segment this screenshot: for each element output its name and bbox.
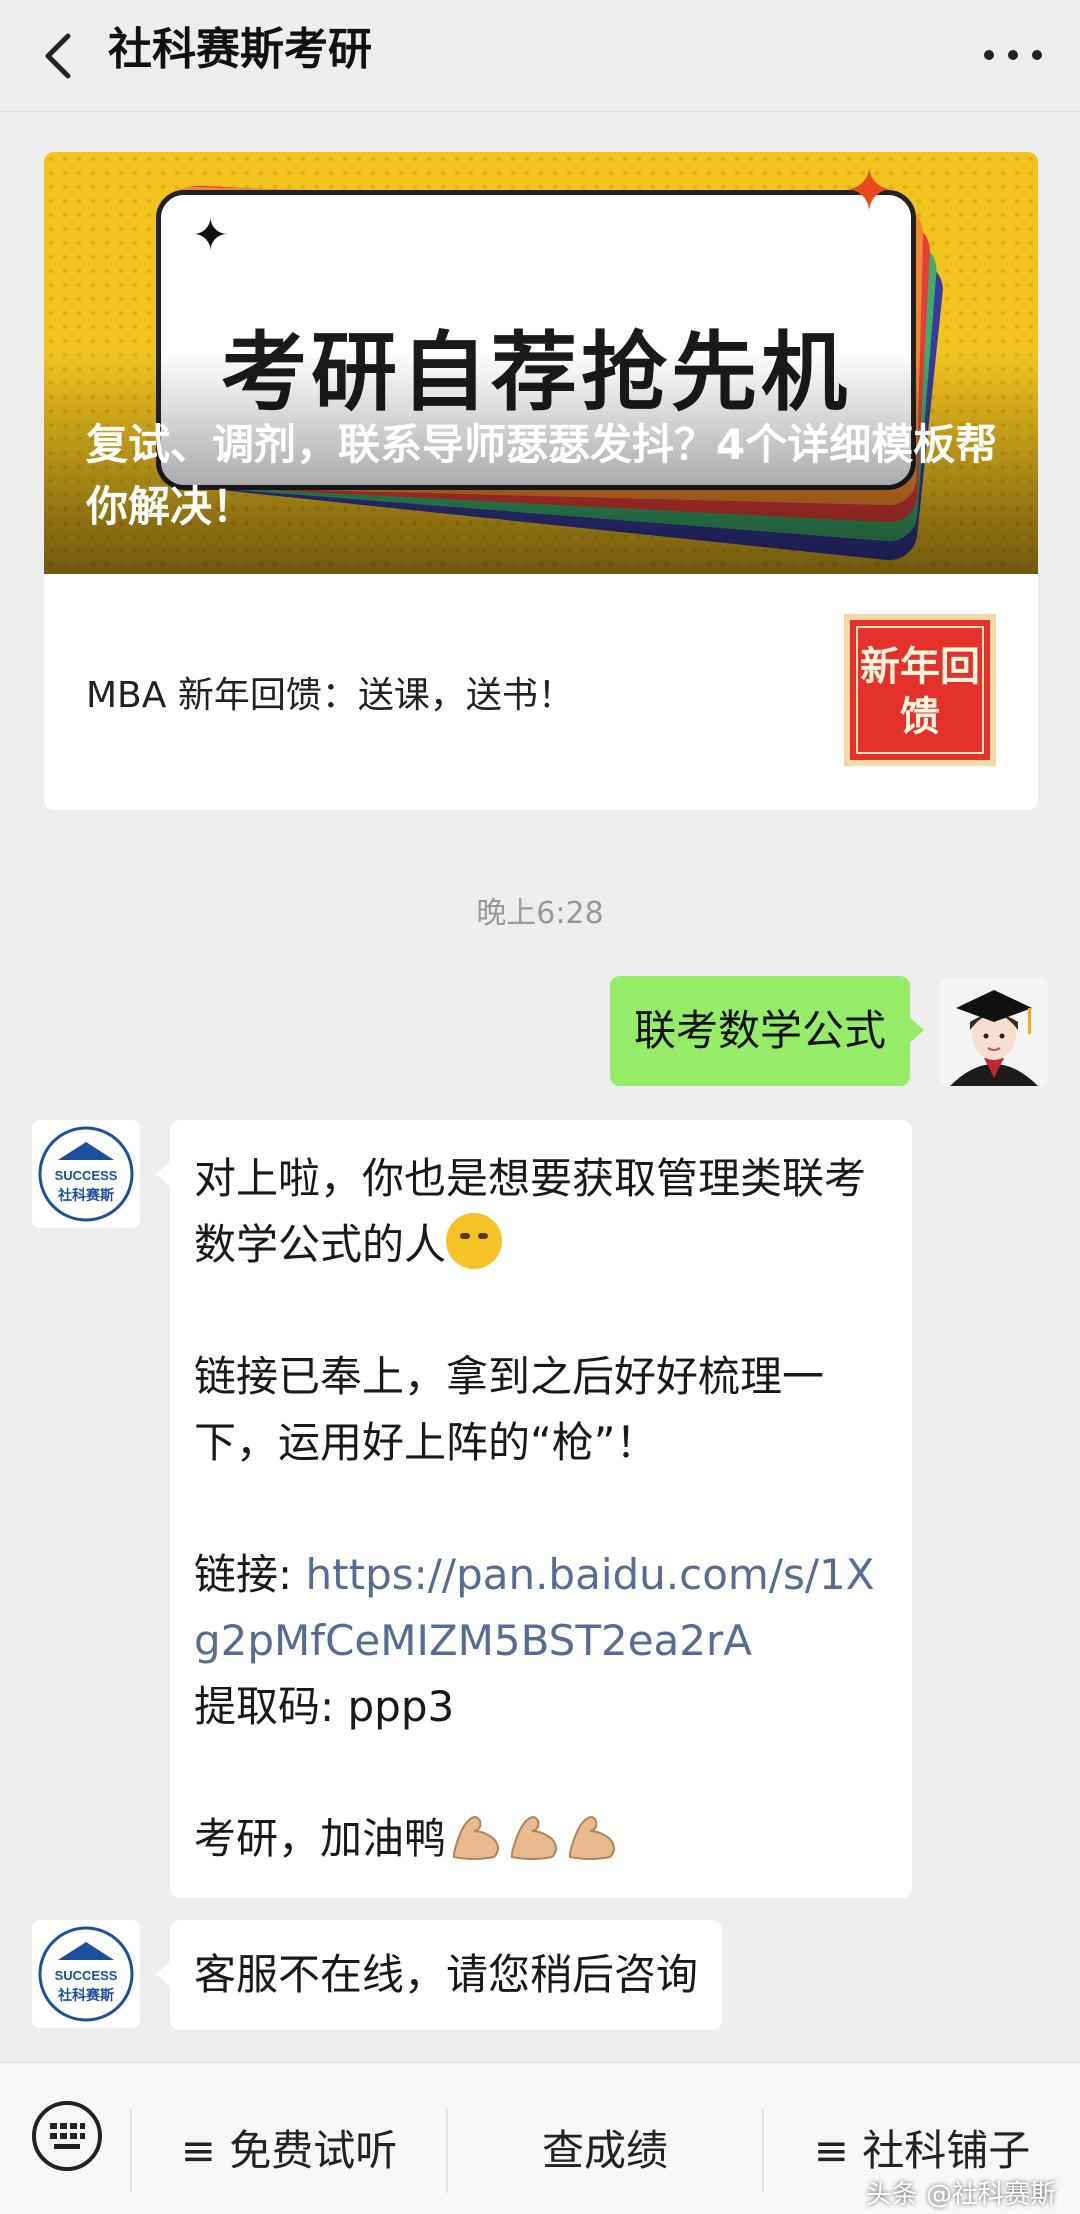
bot-reply-bubble[interactable]: 对上啦，你也是想要获取管理类联考数学公式的人 链接已奉上，拿到之后好好梳理一下，…: [156, 1120, 912, 1898]
more-options-icon[interactable]: [980, 30, 1050, 80]
article-title[interactable]: 复试、调剂，联系导师瑟瑟发抖？4个详细模板帮你解决！: [86, 414, 1006, 538]
menu-check-scores[interactable]: 查成绩: [448, 2109, 762, 2193]
article-card: ✦ ✦ 考研自荐抢先机 复试、调剂，联系导师瑟瑟发抖？4个详细模板帮你解决！ M…: [44, 152, 1038, 810]
bot-name-text: 社科赛斯: [57, 1187, 114, 1204]
top-bar: 社科赛斯考研: [0, 0, 1080, 112]
bot-name-text: 社科赛斯: [57, 1987, 114, 2004]
bot-avatar[interactable]: SUCCESS 社科赛斯: [32, 1920, 140, 2028]
extract-code: 提取码: ppp3: [194, 1682, 455, 1731]
sub-article-title[interactable]: MBA 新年回馈：送课，送书！: [86, 666, 574, 718]
reply-paragraph: 链接已奉上，拿到之后好好梳理一下，运用好上阵的“枪”！: [194, 1352, 825, 1467]
bot-avatar[interactable]: SUCCESS 社科赛斯: [32, 1120, 140, 1228]
article-cover[interactable]: ✦ ✦ 考研自荐抢先机 复试、调剂，联系导师瑟瑟发抖？4个详细模板帮你解决！: [44, 152, 1038, 574]
thumbnail-text: 新年回馈: [860, 643, 980, 740]
flexed-biceps-emoji-icon: [569, 1816, 616, 1860]
watermark: 头条 @社科赛斯: [865, 2180, 1056, 2210]
bot-brand-text: SUCCESS: [55, 1968, 118, 1983]
back-arrow-icon[interactable]: [30, 26, 90, 86]
sparkle-icon: ✦: [192, 210, 229, 261]
menu-free-trial[interactable]: ≡ 免费试听: [132, 2109, 446, 2193]
flexed-biceps-emoji-icon: [453, 1816, 500, 1860]
user-message-bubble[interactable]: 联考数学公式: [609, 976, 925, 1086]
sparkle-icon: ✦: [844, 156, 895, 226]
chat-title: 社科赛斯考研: [108, 24, 372, 75]
keyboard-icon[interactable]: [30, 2099, 104, 2173]
bot-offline-bubble[interactable]: 客服不在线，请您稍后咨询: [155, 1920, 723, 2030]
reply-paragraph: 考研，加油鸭: [194, 1806, 888, 1872]
sub-article-thumbnail[interactable]: 新年回馈: [844, 614, 996, 766]
reply-paragraph: 对上啦，你也是想要获取管理类联考数学公式的人: [194, 1154, 867, 1269]
flexed-biceps-emoji-icon: [511, 1816, 558, 1860]
link-label: 链接:: [194, 1550, 306, 1599]
timestamp: 晚上6:28: [476, 896, 604, 931]
user-avatar[interactable]: [940, 978, 1048, 1086]
bot-brand-text: SUCCESS: [55, 1168, 118, 1183]
reply-link-block: 链接: https://pan.baidu.com/s/1Xg2pMfCeMIZ…: [194, 1542, 888, 1740]
thinking-face-emoji-icon: [446, 1213, 503, 1269]
